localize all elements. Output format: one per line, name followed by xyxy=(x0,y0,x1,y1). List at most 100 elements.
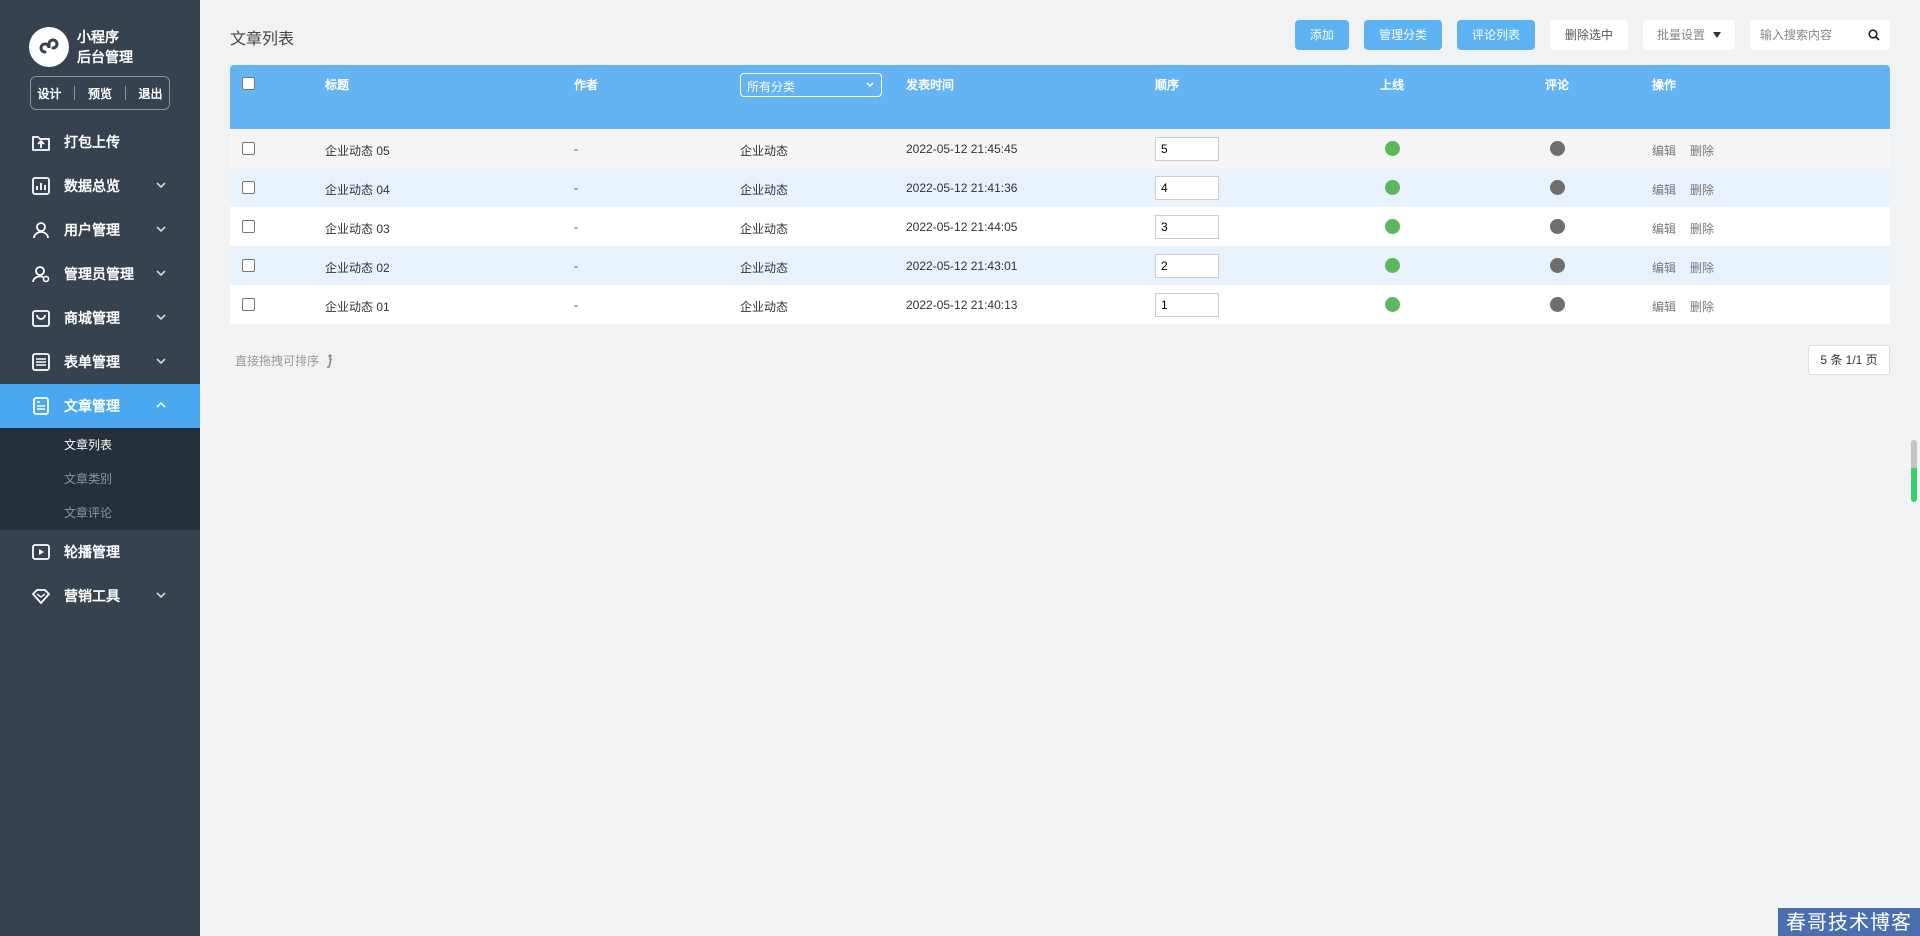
delete-selected-button[interactable]: 删除选中 xyxy=(1549,20,1628,50)
search-input[interactable] xyxy=(1760,28,1868,42)
column-comment: 评论 xyxy=(1545,78,1570,92)
preview-button[interactable]: 预览 xyxy=(88,85,112,102)
main-content: 文章列表 添加 管理分类 评论列表 删除选中 批量设置 标题 作者 所有分类 发… xyxy=(200,0,1920,936)
row-checkbox[interactable] xyxy=(242,220,255,233)
order-input[interactable] xyxy=(1155,137,1219,161)
article-icon xyxy=(30,395,52,417)
chevron-down-icon xyxy=(156,226,166,233)
row-checkbox[interactable] xyxy=(242,298,255,311)
order-input[interactable] xyxy=(1155,215,1219,239)
comment-status-toggle[interactable] xyxy=(1550,297,1565,312)
delete-link[interactable]: 删除 xyxy=(1690,298,1714,315)
online-status-toggle[interactable] xyxy=(1385,258,1400,273)
comment-status-toggle[interactable] xyxy=(1550,219,1565,234)
design-button[interactable]: 设计 xyxy=(37,85,61,102)
chevron-down-icon xyxy=(156,592,166,599)
comment-list-button[interactable]: 评论列表 xyxy=(1456,20,1535,50)
sidebar-item-carousel[interactable]: 轮播管理 xyxy=(0,530,200,574)
row-category: 企业动态 xyxy=(740,183,789,197)
table-row[interactable]: 企业动态 05 - 企业动态 2022-05-12 21:45:45 编辑 删除 xyxy=(230,129,1890,168)
order-input[interactable] xyxy=(1155,254,1219,278)
watermark: 春哥技术博客 xyxy=(1778,908,1920,936)
sidebar: 小程序 后台管理 设计 预览 退出 打包上传 数据总览 用户管理 管理员管理 商… xyxy=(0,0,200,936)
sidebar-item-users[interactable]: 用户管理 xyxy=(0,208,200,252)
divider xyxy=(74,86,76,100)
row-publish-time: 2022-05-12 21:45:45 xyxy=(906,142,1018,156)
sidebar-item-data-overview[interactable]: 数据总览 xyxy=(0,164,200,208)
table-row[interactable]: 企业动态 01 - 企业动态 2022-05-12 21:40:13 编辑 删除 xyxy=(230,285,1890,324)
quick-action-bar: 设计 预览 退出 xyxy=(30,76,170,110)
batch-settings-label: 批量设置 xyxy=(1656,28,1705,42)
info-icon xyxy=(327,353,333,368)
online-status-toggle[interactable] xyxy=(1385,297,1400,312)
sidebar-item-marketing[interactable]: 营销工具 xyxy=(0,574,200,618)
comment-status-toggle[interactable] xyxy=(1550,258,1565,273)
sidebar-subitem-article-comments[interactable]: 文章评论 xyxy=(0,496,200,530)
sidebar-item-upload[interactable]: 打包上传 xyxy=(0,120,200,164)
edit-link[interactable]: 编辑 xyxy=(1652,259,1676,276)
admin-icon xyxy=(30,263,52,285)
row-author: - xyxy=(574,181,578,195)
sidebar-item-admins[interactable]: 管理员管理 xyxy=(0,252,200,296)
row-author: - xyxy=(574,298,578,312)
table-header: 标题 作者 所有分类 发表时间 顺序 上线 评论 操作 xyxy=(230,65,1890,129)
table-row[interactable]: 企业动态 04 - 企业动态 2022-05-12 21:41:36 编辑 删除 xyxy=(230,168,1890,207)
logout-button[interactable]: 退出 xyxy=(139,85,163,102)
chevron-down-icon xyxy=(156,358,166,365)
sidebar-item-label: 轮播管理 xyxy=(64,544,120,560)
order-input[interactable] xyxy=(1155,176,1219,200)
delete-link[interactable]: 删除 xyxy=(1690,259,1714,276)
online-status-toggle[interactable] xyxy=(1385,219,1400,234)
select-all-checkbox[interactable] xyxy=(242,77,255,90)
sidebar-item-label: 表单管理 xyxy=(64,354,120,370)
pagination[interactable]: 5 条 1/1 页 xyxy=(1808,345,1890,375)
online-status-toggle[interactable] xyxy=(1385,180,1400,195)
chevron-down-icon xyxy=(156,182,166,189)
column-order: 顺序 xyxy=(1155,78,1180,92)
brand: 小程序 后台管理 xyxy=(0,0,200,76)
category-filter-select[interactable]: 所有分类 xyxy=(740,73,882,97)
edit-link[interactable]: 编辑 xyxy=(1652,142,1676,159)
row-checkbox[interactable] xyxy=(242,181,255,194)
table-row[interactable]: 企业动态 03 - 企业动态 2022-05-12 21:44:05 编辑 删除 xyxy=(230,207,1890,246)
sidebar-item-shop[interactable]: 商城管理 xyxy=(0,296,200,340)
search-icon[interactable] xyxy=(1868,29,1880,41)
row-checkbox[interactable] xyxy=(242,259,255,272)
column-title: 标题 xyxy=(325,78,350,92)
edit-link[interactable]: 编辑 xyxy=(1652,220,1676,237)
sidebar-item-forms[interactable]: 表单管理 xyxy=(0,340,200,384)
row-category: 企业动态 xyxy=(740,300,789,314)
sidebar-item-label: 打包上传 xyxy=(64,134,120,150)
add-button[interactable]: 添加 xyxy=(1294,20,1349,50)
sidebar-subitem-article-category[interactable]: 文章类别 xyxy=(0,462,200,496)
chevron-down-icon xyxy=(866,82,874,88)
sidebar-item-articles[interactable]: 文章管理 xyxy=(0,384,200,428)
row-title: 企业动态 05 xyxy=(325,144,390,158)
scrollbar-thumb[interactable] xyxy=(1911,440,1917,502)
edit-link[interactable]: 编辑 xyxy=(1652,298,1676,315)
delete-link[interactable]: 删除 xyxy=(1690,142,1714,159)
batch-settings-dropdown[interactable]: 批量设置 xyxy=(1642,20,1735,50)
table-row[interactable]: 企业动态 02 - 企业动态 2022-05-12 21:43:01 编辑 删除 xyxy=(230,246,1890,285)
brand-line1: 小程序 xyxy=(77,29,119,45)
comment-status-toggle[interactable] xyxy=(1550,180,1565,195)
order-input[interactable] xyxy=(1155,293,1219,317)
chart-icon xyxy=(30,175,52,197)
delete-link[interactable]: 删除 xyxy=(1690,220,1714,237)
sidebar-subitem-article-list[interactable]: 文章列表 xyxy=(0,428,200,462)
sidebar-item-label: 商城管理 xyxy=(64,310,120,326)
sidebar-item-label: 文章管理 xyxy=(64,398,120,414)
comment-status-toggle[interactable] xyxy=(1550,141,1565,156)
online-status-toggle[interactable] xyxy=(1385,141,1400,156)
sidebar-item-label: 用户管理 xyxy=(64,222,120,238)
row-checkbox[interactable] xyxy=(242,142,255,155)
manage-category-button[interactable]: 管理分类 xyxy=(1363,20,1442,50)
edit-link[interactable]: 编辑 xyxy=(1652,181,1676,198)
page-title: 文章列表 xyxy=(230,31,295,48)
sidebar-menu: 打包上传 数据总览 用户管理 管理员管理 商城管理 表单管理 文章管理 文章列表… xyxy=(0,120,200,618)
article-table: 标题 作者 所有分类 发表时间 顺序 上线 评论 操作 企业动态 05 - 企业… xyxy=(230,65,1890,324)
delete-link[interactable]: 删除 xyxy=(1690,181,1714,198)
row-publish-time: 2022-05-12 21:41:36 xyxy=(906,181,1018,195)
search-box xyxy=(1750,20,1890,50)
row-author: - xyxy=(574,142,578,156)
